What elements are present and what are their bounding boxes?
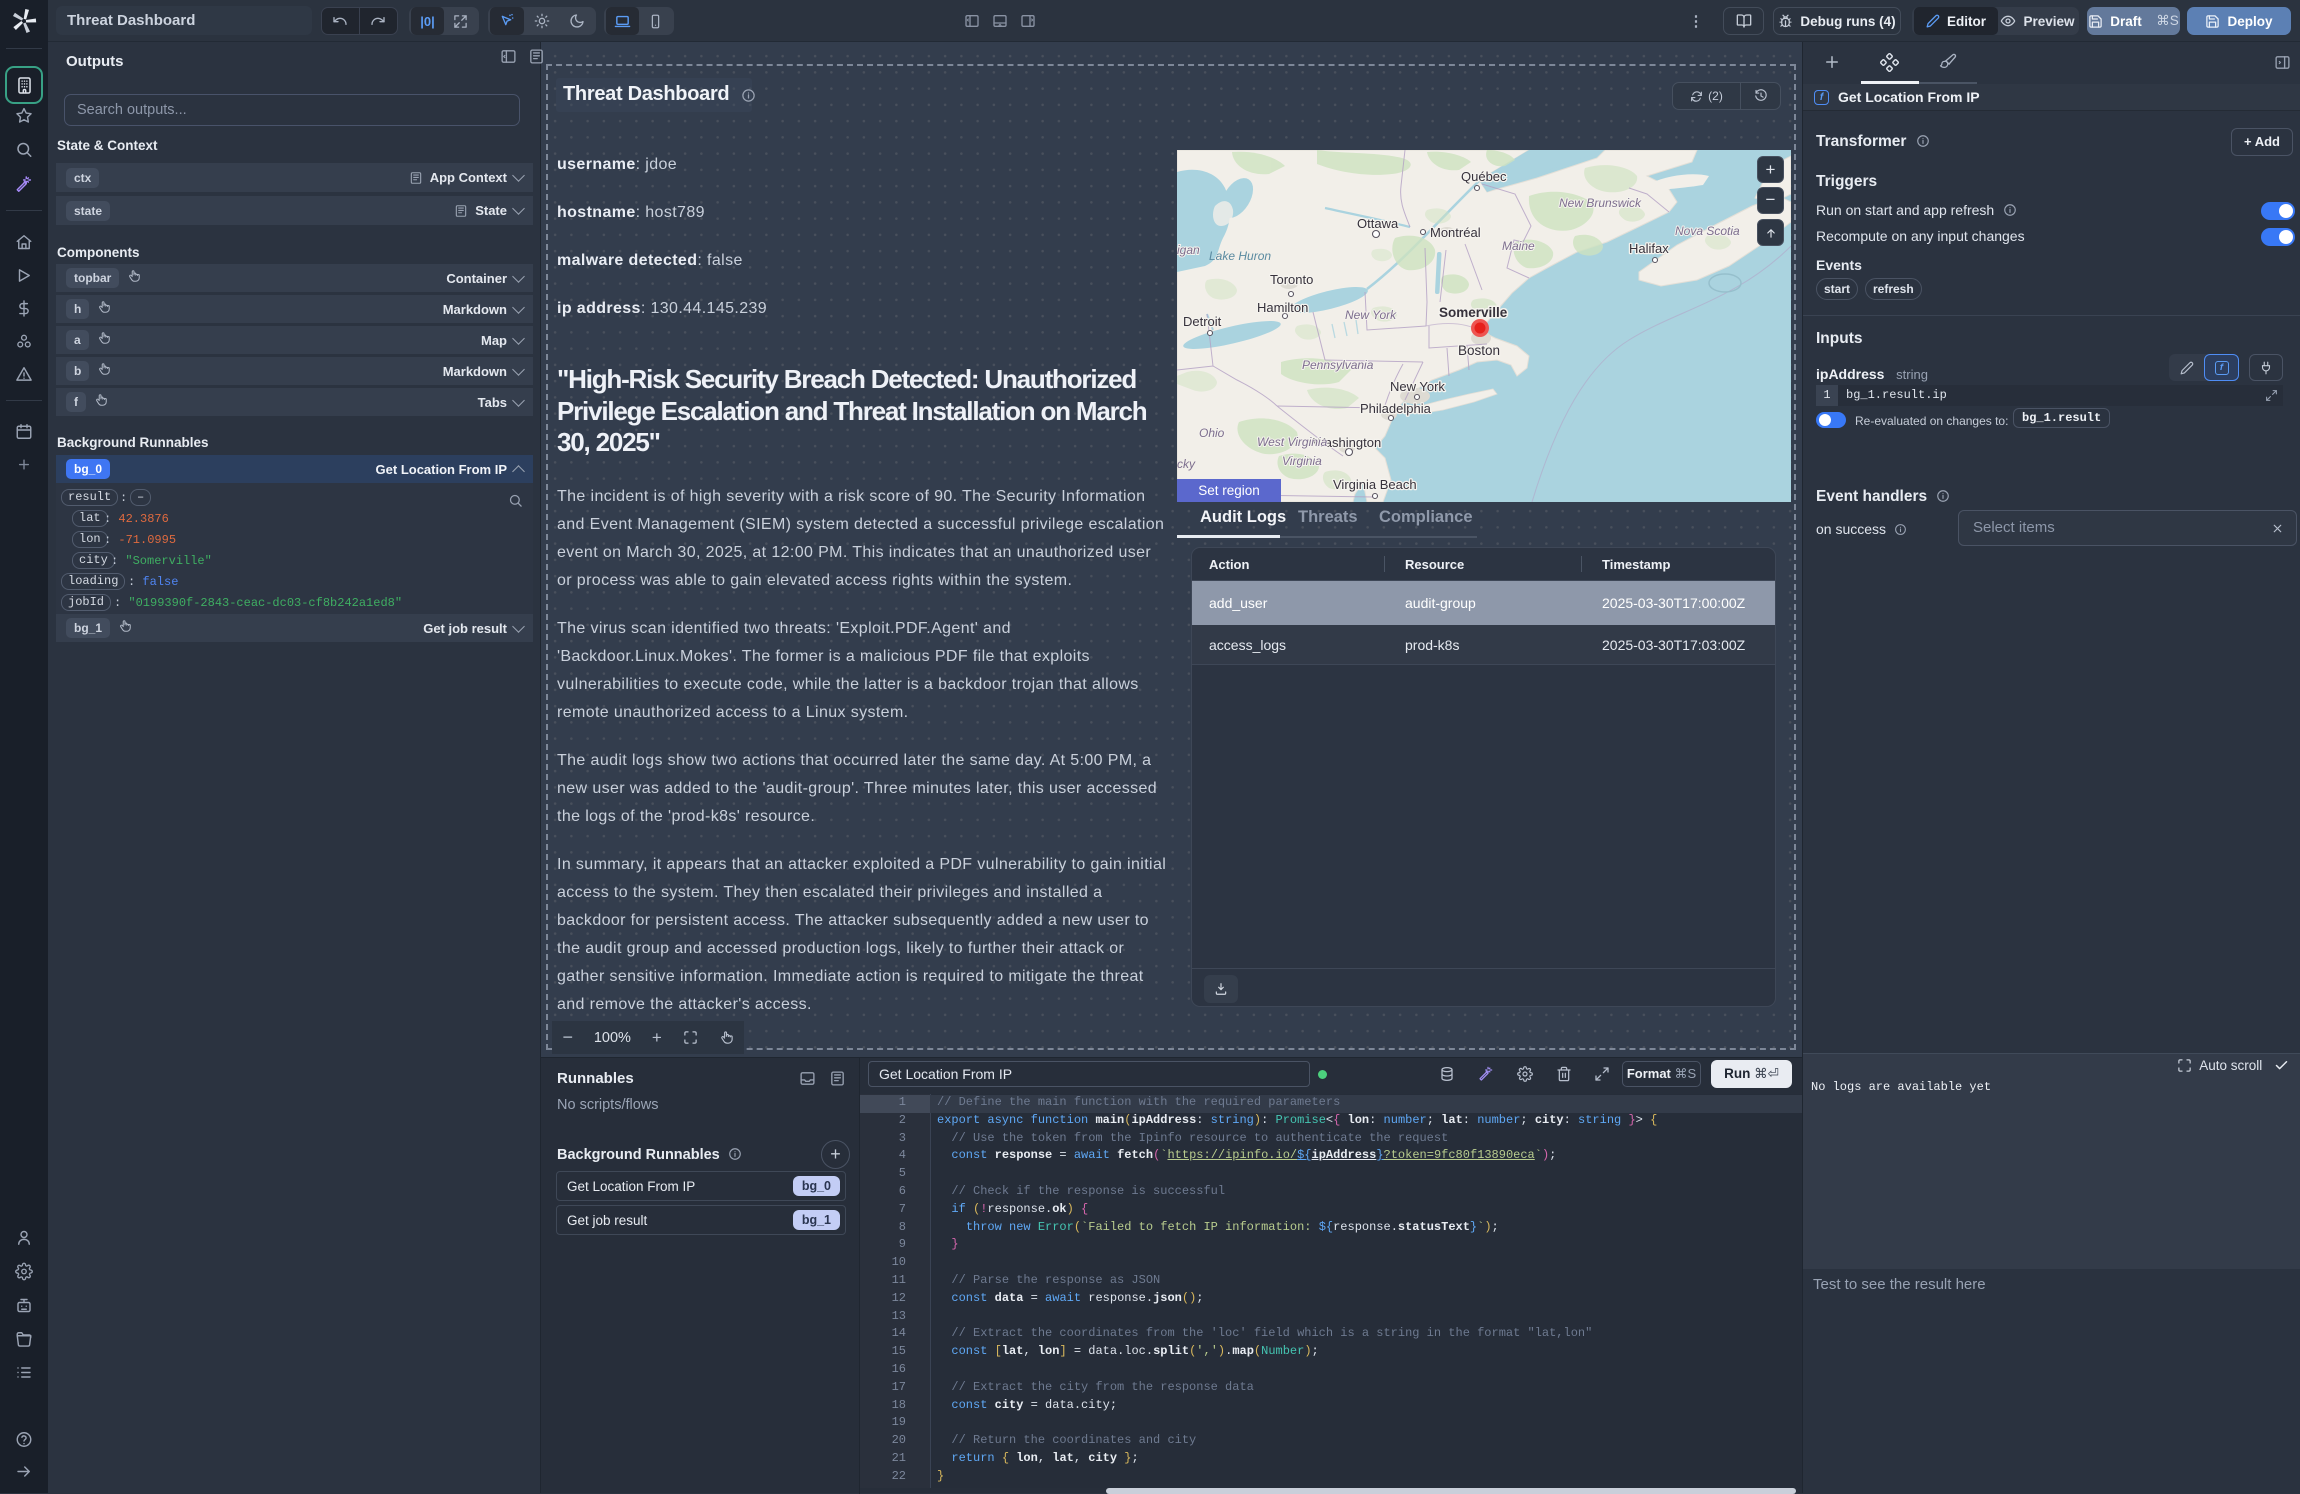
svg-text:New York: New York	[1390, 379, 1445, 394]
svg-text:Toronto: Toronto	[1270, 272, 1313, 287]
svg-text:cky: cky	[1177, 457, 1196, 471]
svg-text:Boston: Boston	[1458, 343, 1500, 358]
svg-text:Virginia: Virginia	[1282, 454, 1322, 468]
svg-text:New Brunswick: New Brunswick	[1559, 196, 1642, 210]
svg-text:Detroit: Detroit	[1183, 314, 1222, 329]
svg-text:Virginia Beach: Virginia Beach	[1333, 477, 1417, 492]
svg-text:New York: New York	[1345, 308, 1397, 322]
svg-text:Halifax: Halifax	[1629, 241, 1669, 256]
svg-text:Somerville: Somerville	[1439, 305, 1508, 320]
svg-text:Nova Scotia: Nova Scotia	[1675, 224, 1740, 238]
svg-text:Ohio: Ohio	[1199, 426, 1225, 440]
svg-text:igan: igan	[1177, 243, 1200, 257]
svg-text:West Virginia: West Virginia	[1257, 435, 1328, 449]
svg-text:Lake Huron: Lake Huron	[1209, 249, 1271, 263]
svg-text:Ottawa: Ottawa	[1357, 216, 1399, 231]
svg-text:Montréal: Montréal	[1430, 225, 1481, 240]
svg-text:Hamilton: Hamilton	[1257, 300, 1308, 315]
svg-text:Québec: Québec	[1461, 169, 1507, 184]
svg-text:Philadelphia: Philadelphia	[1360, 401, 1432, 416]
svg-text:Maine: Maine	[1502, 239, 1535, 253]
svg-text:Pennsylvania: Pennsylvania	[1302, 358, 1374, 372]
